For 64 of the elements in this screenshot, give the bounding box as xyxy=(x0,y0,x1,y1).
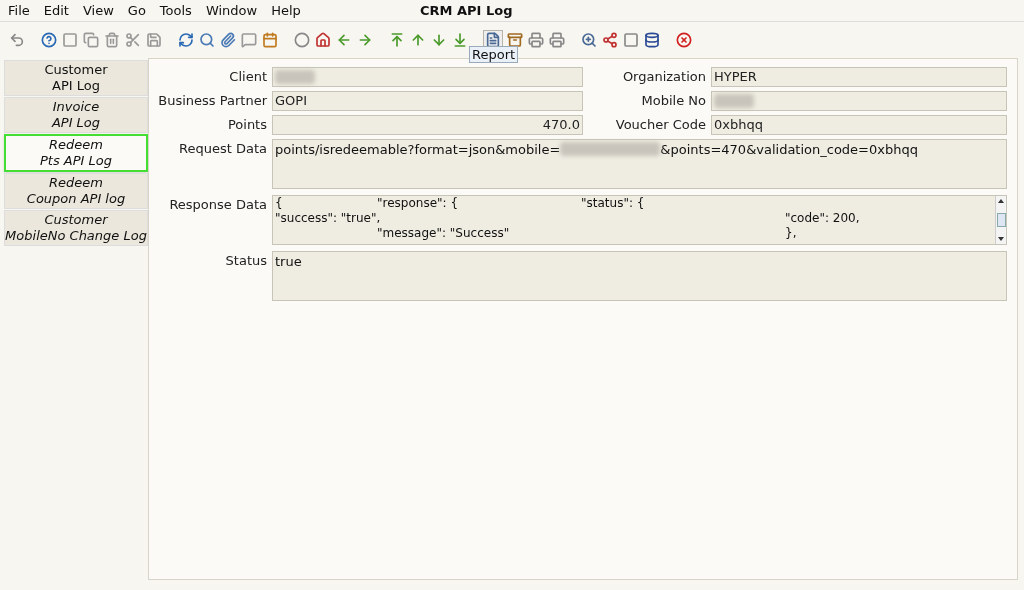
share-icon[interactable] xyxy=(601,31,619,49)
chat-icon[interactable] xyxy=(240,31,258,49)
field-label: Request Data xyxy=(178,140,267,158)
field-label: Mobile No xyxy=(640,92,706,111)
search-icon[interactable] xyxy=(198,31,216,49)
archive-icon[interactable] xyxy=(506,31,524,49)
text-field[interactable]: HYPER xyxy=(711,67,1007,87)
text-field[interactable]: GOPI xyxy=(272,91,583,111)
sidebar-item[interactable]: Redeem Coupon API log xyxy=(4,173,148,209)
menu-item[interactable]: Window xyxy=(205,0,258,21)
text-area[interactable]: true xyxy=(272,251,1007,301)
paperclip-icon[interactable] xyxy=(219,31,237,49)
field-label: Response Data xyxy=(168,196,267,214)
text-field[interactable]: 0xbhqq xyxy=(711,115,1007,135)
field-label: Status xyxy=(224,252,267,270)
text-field[interactable] xyxy=(272,67,583,87)
sidebar-item[interactable]: Customer API Log xyxy=(4,60,148,96)
window-title: CRM API Log xyxy=(420,1,513,20)
field-value: HYPER xyxy=(714,68,757,87)
database-icon[interactable] xyxy=(643,31,661,49)
text-field[interactable] xyxy=(711,91,1007,111)
menu-item[interactable]: File xyxy=(8,0,30,21)
field-label: Business Partner xyxy=(157,92,267,111)
menu-item[interactable]: Edit xyxy=(43,0,69,21)
scrollbar[interactable] xyxy=(995,196,1006,244)
calendar-icon[interactable] xyxy=(261,31,279,49)
menu-item[interactable]: Tools xyxy=(159,0,192,21)
code-line: "message": "Success" }, xyxy=(376,226,798,241)
field-value: &points=470&validation_code=0xbhqq xyxy=(660,141,918,159)
field-value: points/isredeemable?format=json&mobile= xyxy=(275,141,561,159)
sidebar-item[interactable]: Invoice API Log xyxy=(4,97,148,133)
help-icon[interactable] xyxy=(40,31,58,49)
trash-icon[interactable] xyxy=(103,31,121,49)
undo-icon[interactable] xyxy=(8,31,26,49)
close-icon[interactable] xyxy=(675,31,693,49)
tooltip: Report xyxy=(469,46,519,63)
code-line: "success": "true", "code": 200, xyxy=(275,211,861,226)
scissors-icon[interactable] xyxy=(124,31,142,49)
zoom-icon[interactable] xyxy=(580,31,598,49)
field-label: Client xyxy=(228,68,267,87)
field-label: Points xyxy=(226,116,267,135)
save-icon[interactable] xyxy=(145,31,163,49)
copy-icon[interactable] xyxy=(82,31,100,49)
field-value: 470.0 xyxy=(542,116,580,135)
printer-icon[interactable] xyxy=(548,31,566,49)
refresh-icon[interactable] xyxy=(177,31,195,49)
menu-item[interactable]: View xyxy=(82,0,114,21)
printer-icon[interactable] xyxy=(527,31,545,49)
sidebar-item[interactable]: Customer MobileNo Change Log xyxy=(4,210,148,246)
home-icon[interactable] xyxy=(314,31,332,49)
menu-item[interactable]: Help xyxy=(271,0,301,21)
field-value: GOPI xyxy=(275,92,307,111)
sidebar-item[interactable]: Redeem Pts API Log xyxy=(4,134,148,172)
text-area[interactable]: points/isredeemable?format=json&mobile= &points=470&validation_code=0xbhqq xyxy=(272,139,1007,189)
field-label: Voucher Code xyxy=(614,116,706,135)
circle-icon[interactable] xyxy=(293,31,311,49)
field-label: Organization xyxy=(621,68,706,87)
menu-item[interactable]: Go xyxy=(127,0,146,21)
text-field[interactable]: 470.0 xyxy=(272,115,583,135)
text-area[interactable]: { "response": { "status": { "success": "true", "code": 200, "message": "Success" }, xyxy=(272,195,1007,245)
field-value: 0xbhqq xyxy=(714,116,763,135)
code-line: { "response": { "status": { xyxy=(275,196,646,211)
square-icon[interactable] xyxy=(61,31,79,49)
field-value: true xyxy=(275,254,302,269)
